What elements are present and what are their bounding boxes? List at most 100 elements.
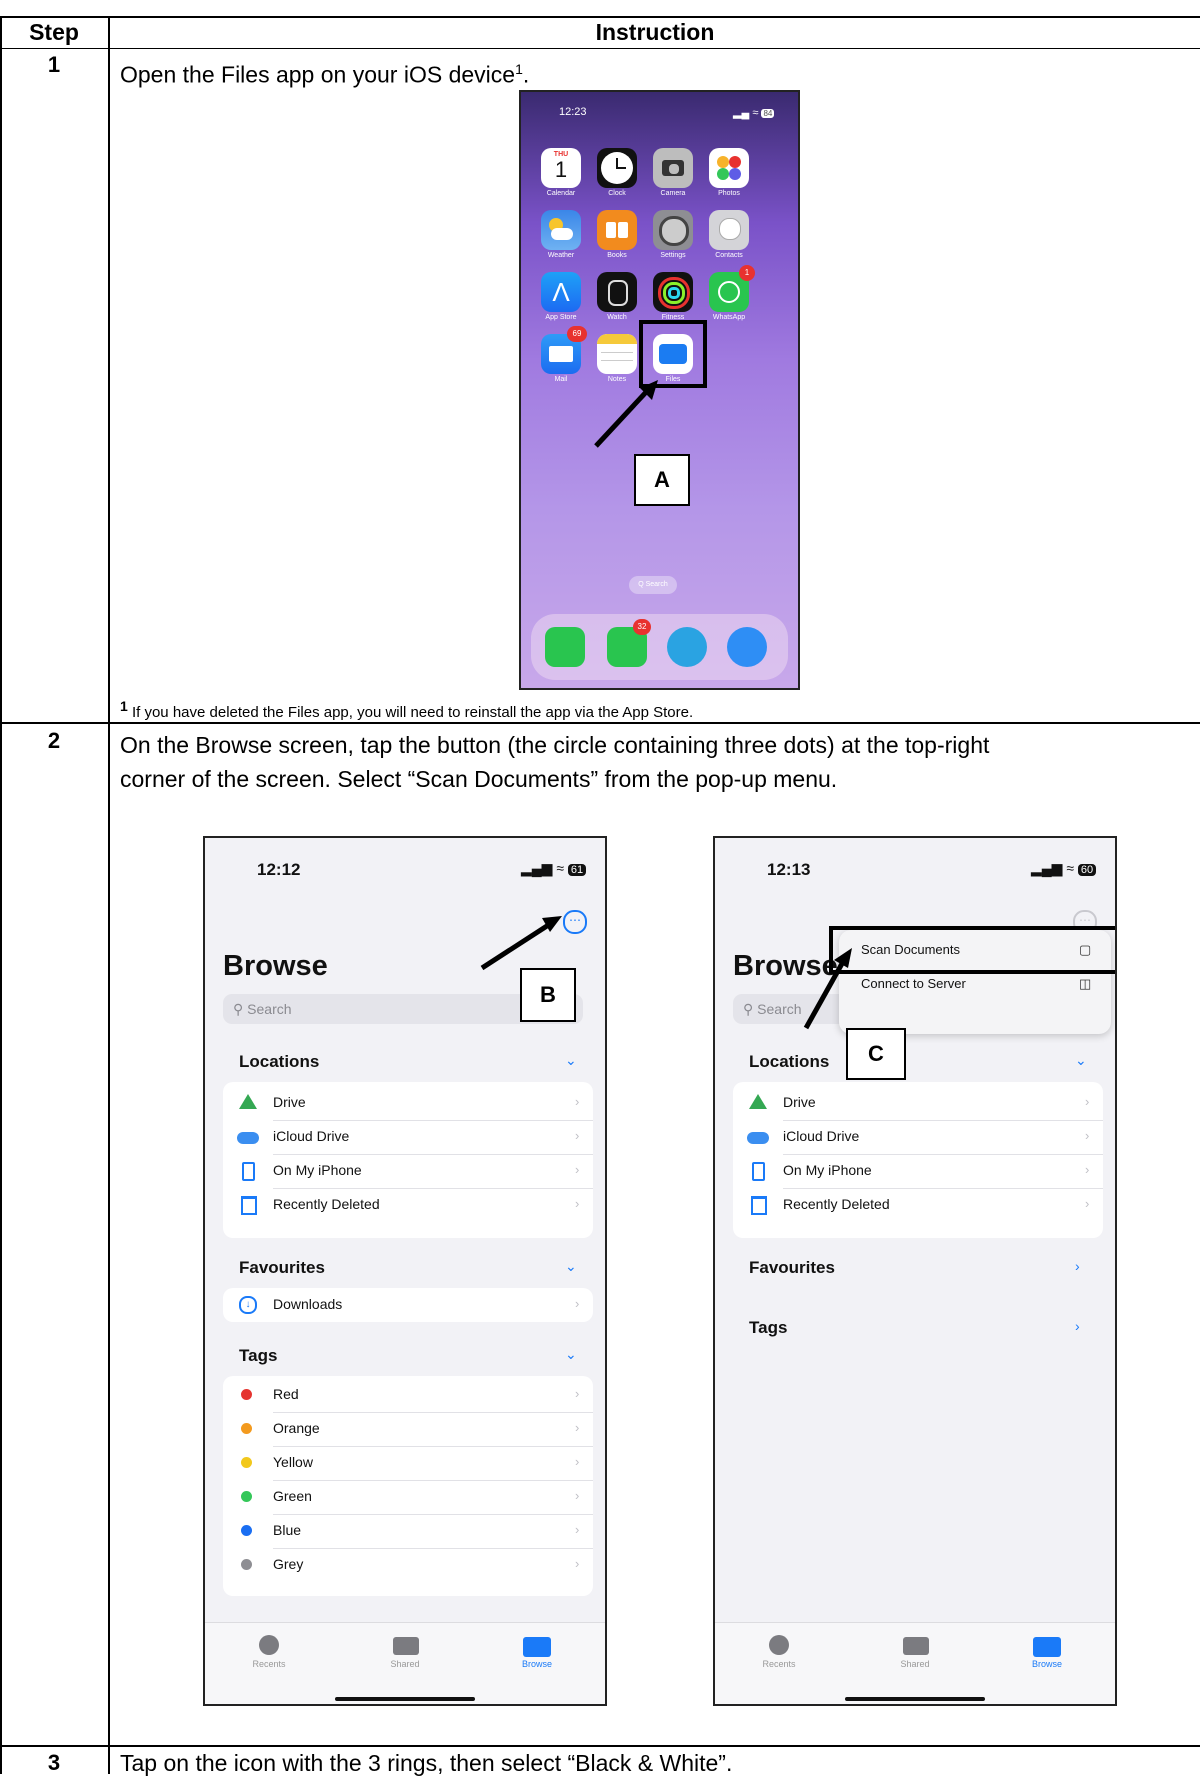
app-label-app-store: App Store [545, 314, 577, 321]
app-label-calendar: Calendar [546, 190, 576, 197]
tag-yellow[interactable]: Yellow [273, 1454, 313, 1470]
recents-icon[interactable] [259, 1635, 279, 1655]
tag-dot-orange [241, 1423, 252, 1434]
locations-list: Drive › iCloud Drive › On My iPhone › Re… [733, 1082, 1103, 1238]
photos-icon[interactable] [709, 148, 749, 188]
signal-icon: ▂▄ [733, 107, 750, 119]
header-instruction: Instruction [595, 19, 715, 45]
app-label-mail: Mail [554, 376, 568, 383]
location-on-my-iphone[interactable]: On My iPhone [783, 1162, 872, 1178]
separator [273, 1480, 593, 1481]
tag-grey[interactable]: Grey [273, 1556, 303, 1572]
chevron-right-icon: › [575, 1420, 580, 1435]
tag-dot-yellow [241, 1457, 252, 1468]
fitness-icon[interactable] [653, 272, 693, 312]
favourite-downloads[interactable]: Downloads [273, 1296, 342, 1312]
status-icons: ▂▄▆ ≈ 61 [521, 860, 587, 877]
app-label-watch: Watch [607, 314, 627, 321]
app-store-icon[interactable]: Λ [541, 272, 581, 312]
search-placeholder: Search [757, 1001, 802, 1017]
location-on-my-iphone[interactable]: On My iPhone [273, 1162, 362, 1178]
chevron-right-icon[interactable]: › [1075, 1258, 1080, 1274]
table-column-divider [108, 16, 110, 1774]
app-label-contacts: Contacts [715, 252, 743, 259]
contacts-icon[interactable] [709, 210, 749, 250]
recents-icon[interactable] [769, 1635, 789, 1655]
search-icon: ⚲ [233, 1001, 244, 1017]
phone-icon[interactable] [545, 627, 585, 667]
table-border-row1 [0, 722, 1200, 724]
chevron-right-icon: › [1085, 1128, 1090, 1143]
chevron-down-icon[interactable]: ⌄ [565, 1052, 577, 1069]
camera-icon[interactable] [653, 148, 693, 188]
step1-text: Open the Files app on your iOS device [120, 61, 516, 88]
tag-red[interactable]: Red [273, 1386, 299, 1402]
search-placeholder: Search [247, 1001, 292, 1017]
chevron-down-icon[interactable]: ⌄ [565, 1258, 577, 1275]
favourites-header[interactable]: Favourites [749, 1258, 835, 1278]
status-time: 12:12 [257, 860, 301, 879]
footnote-text: If you have deleted the Files app, you w… [127, 704, 694, 721]
watch-icon[interactable] [597, 272, 637, 312]
messages-badge: 32 [633, 619, 651, 635]
tags-list: Red › Orange › Yellow › Green › Blue › G… [223, 1376, 593, 1596]
tab-recents[interactable]: Recents [239, 1659, 299, 1669]
search-pill[interactable]: Q Search [629, 576, 677, 594]
tag-blue[interactable]: Blue [273, 1522, 301, 1538]
browse-folder-icon[interactable] [523, 1637, 551, 1657]
clock-icon[interactable] [597, 148, 637, 188]
tag-dot-blue [241, 1525, 252, 1536]
status-icons: ▂▄ ≈ 84 [733, 106, 775, 119]
tab-browse[interactable]: Browse [1017, 1659, 1077, 1669]
header-step: Step [29, 19, 79, 45]
separator [783, 1188, 1103, 1189]
shared-folder-icon[interactable] [903, 1637, 929, 1655]
chevron-right-icon[interactable]: › [1075, 1318, 1080, 1334]
weather-icon[interactable] [541, 210, 581, 250]
tab-browse[interactable]: Browse [507, 1659, 567, 1669]
menu-item-connect-to-server[interactable]: Connect to Server [861, 976, 966, 991]
status-time: 12:23 [559, 106, 587, 118]
chevron-right-icon: › [575, 1128, 580, 1143]
tab-shared[interactable]: Shared [375, 1659, 435, 1669]
telegram-icon[interactable] [667, 627, 707, 667]
locations-header[interactable]: Locations [749, 1052, 829, 1072]
shared-folder-icon[interactable] [393, 1637, 419, 1655]
locations-header[interactable]: Locations [239, 1052, 319, 1072]
location-icloud-drive[interactable]: iCloud Drive [783, 1128, 859, 1144]
settings-icon[interactable] [653, 210, 693, 250]
tag-orange[interactable]: Orange [273, 1420, 320, 1436]
home-indicator [335, 1697, 475, 1701]
whatsapp-badge: 1 [739, 265, 755, 281]
chevron-down-icon[interactable]: ⌄ [565, 1346, 577, 1363]
step-number-1: 1 [47, 52, 61, 77]
app-label-clock: Clock [608, 190, 626, 197]
step1-instruction: Open the Files app on your iOS device1. [120, 52, 529, 92]
icloud-icon [747, 1132, 769, 1144]
trash-icon [241, 1196, 257, 1215]
tags-header[interactable]: Tags [749, 1318, 787, 1338]
tab-shared[interactable]: Shared [885, 1659, 945, 1669]
safari-icon[interactable] [727, 627, 767, 667]
calendar-icon[interactable]: THU 1 [541, 148, 581, 188]
chevron-right-icon: › [575, 1094, 580, 1109]
tab-recents[interactable]: Recents [749, 1659, 809, 1669]
books-icon[interactable] [597, 210, 637, 250]
location-recently-deleted[interactable]: Recently Deleted [783, 1196, 890, 1212]
trash-icon [751, 1196, 767, 1215]
step1-text-end: . [522, 61, 530, 88]
drive-icon [239, 1094, 257, 1109]
tag-dot-red [241, 1389, 252, 1400]
notes-icon[interactable] [597, 334, 637, 374]
chevron-down-icon[interactable]: ⌄ [1075, 1052, 1087, 1069]
location-drive[interactable]: Drive [783, 1094, 816, 1110]
table-border-left [0, 16, 2, 1774]
favourites-header[interactable]: Favourites [239, 1258, 325, 1278]
location-recently-deleted[interactable]: Recently Deleted [273, 1196, 380, 1212]
location-icloud-drive[interactable]: iCloud Drive [273, 1128, 349, 1144]
browse-folder-icon[interactable] [1033, 1637, 1061, 1657]
tag-dot-grey [241, 1559, 252, 1570]
location-drive[interactable]: Drive [273, 1094, 306, 1110]
tag-green[interactable]: Green [273, 1488, 312, 1504]
tags-header[interactable]: Tags [239, 1346, 277, 1366]
